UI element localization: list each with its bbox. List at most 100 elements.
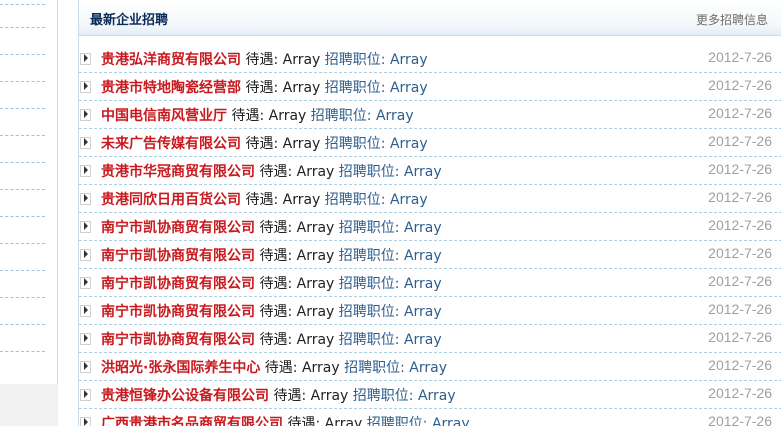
arrow-bullet-icon [80,361,91,373]
sidebar-divider [0,4,45,5]
job-list: 贵港弘洋商贸有限公司 待遇: Array 招聘职位: Array 2012-7-2… [79,45,781,426]
sidebar-divider [0,297,45,298]
job-row: 洪昭光·张永国际养生中心 待遇: Array 招聘职位: Array 2012-7… [79,353,781,381]
company-link[interactable]: 南宁市凯协商贸有限公司 [101,248,255,264]
treatment-label: 待遇: [259,276,293,292]
job-summary: 贵港市华冠商贸有限公司 待遇: Array 招聘职位: Array [101,161,442,181]
company-link[interactable]: 贵港同欣日用百货公司 [101,192,241,208]
treatment-label: 待遇: [259,304,293,320]
position-link[interactable]: Array [404,276,442,292]
treatment-label: 待遇: [231,108,265,124]
company-link[interactable]: 中国电信南风营业厅 [101,108,227,124]
sidebar-divider [0,216,45,217]
position-link[interactable]: Array [432,416,470,426]
company-link[interactable]: 南宁市凯协商贸有限公司 [101,220,255,236]
treatment-value: Array [282,192,321,208]
treatment-label: 待遇: [245,52,279,68]
sidebar-divider [0,189,45,190]
arrow-bullet-icon [80,417,91,426]
position-link[interactable]: Array [376,108,414,124]
treatment-value: Array [296,164,335,180]
position-link[interactable]: Array [404,304,442,320]
more-jobs-link[interactable]: 更多招聘信息 [696,11,768,28]
company-link[interactable]: 南宁市凯协商贸有限公司 [101,304,255,320]
position-label: 招聘职位: [338,164,400,180]
treatment-value: Array [296,332,335,348]
company-link[interactable]: 洪昭光·张永国际养生中心 [101,360,260,376]
sidebar-divider [0,351,45,352]
company-link[interactable]: 南宁市凯协商贸有限公司 [101,276,255,292]
job-row: 广西贵港市名品商贸有限公司 待遇: Array 招聘职位: Array 2012-… [79,409,781,426]
sidebar-divider [0,54,45,55]
post-date: 2012-7-26 [708,49,772,65]
position-link[interactable]: Array [409,360,447,376]
panel-title: 最新企业招聘 [90,13,169,28]
job-summary: 南宁市凯协商贸有限公司 待遇: Array 招聘职位: Array [101,329,442,349]
company-link[interactable]: 广西贵港市名品商贸有限公司 [101,416,283,426]
company-link[interactable]: 贵港市特地陶瓷经营部 [101,80,241,96]
company-link[interactable]: 南宁市凯协商贸有限公司 [101,332,255,348]
position-link[interactable]: Array [390,192,428,208]
sidebar-divider [0,135,45,136]
job-row: 贵港市华冠商贸有限公司 待遇: Array 招聘职位: Array 2012-7-… [79,157,781,185]
job-row: 未来广告传媒有限公司 待遇: Array 招聘职位: Array 2012-7-2… [79,129,781,157]
treatment-value: Array [268,108,307,124]
post-date: 2012-7-26 [708,245,772,261]
position-label: 招聘职位: [366,416,428,426]
position-link[interactable]: Array [404,164,442,180]
position-link[interactable]: Array [404,332,442,348]
position-link[interactable]: Array [418,388,456,404]
position-label: 招聘职位: [324,136,386,152]
panel-header: 最新企业招聘 更多招聘信息 [79,0,781,36]
arrow-bullet-icon [80,109,91,121]
treatment-label: 待遇: [245,80,279,96]
arrow-bullet-icon [80,221,91,233]
position-link[interactable]: Array [404,248,442,264]
position-label: 招聘职位: [324,192,386,208]
job-summary: 南宁市凯协商贸有限公司 待遇: Array 招聘职位: Array [101,245,442,265]
treatment-label: 待遇: [273,388,307,404]
job-summary: 未来广告传媒有限公司 待遇: Array 招聘职位: Array [101,133,428,153]
treatment-value: Array [282,52,321,68]
post-date: 2012-7-26 [708,217,772,233]
company-link[interactable]: 贵港恒锋办公设备有限公司 [101,388,269,404]
job-row: 中国电信南风营业厅 待遇: Array 招聘职位: Array 2012-7-26 [79,101,781,129]
treatment-label: 待遇: [259,248,293,264]
job-row: 贵港恒锋办公设备有限公司 待遇: Array 招聘职位: Array 2012-7… [79,381,781,409]
job-row: 南宁市凯协商贸有限公司 待遇: Array 招聘职位: Array 2012-7-… [79,325,781,353]
position-link[interactable]: Array [390,80,428,96]
company-link[interactable]: 贵港市华冠商贸有限公司 [101,164,255,180]
position-link[interactable]: Array [390,136,428,152]
treatment-value: Array [296,304,335,320]
company-link[interactable]: 贵港弘洋商贸有限公司 [101,52,241,68]
position-label: 招聘职位: [338,220,400,236]
arrow-bullet-icon [80,277,91,289]
job-row: 贵港同欣日用百货公司 待遇: Array 招聘职位: Array 2012-7-2… [79,185,781,213]
job-summary: 中国电信南风营业厅 待遇: Array 招聘职位: Array [101,105,414,125]
job-summary: 贵港同欣日用百货公司 待遇: Array 招聘职位: Array [101,189,428,209]
latest-jobs-panel: 最新企业招聘 更多招聘信息 贵港弘洋商贸有限公司 待遇: Array 招聘职位:… [78,0,781,426]
job-summary: 广西贵港市名品商贸有限公司 待遇: Array 招聘职位: Array [101,413,470,426]
position-label: 招聘职位: [324,52,386,68]
post-date: 2012-7-26 [708,189,772,205]
treatment-value: Array [296,220,335,236]
treatment-value: Array [310,388,349,404]
sidebar-divider [0,81,45,82]
treatment-value: Array [324,416,363,426]
treatment-value: Array [282,136,321,152]
sidebar-divider [0,243,45,244]
job-row: 南宁市凯协商贸有限公司 待遇: Array 招聘职位: Array 2012-7-… [79,241,781,269]
position-link[interactable]: Array [404,220,442,236]
company-link[interactable]: 未来广告传媒有限公司 [101,136,241,152]
job-summary: 贵港市特地陶瓷经营部 待遇: Array 招聘职位: Array [101,77,428,97]
treatment-label: 待遇: [287,416,321,426]
job-summary: 贵港恒锋办公设备有限公司 待遇: Array 招聘职位: Array [101,385,456,405]
position-link[interactable]: Array [390,52,428,68]
left-sidebar-panel [0,0,58,426]
arrow-bullet-icon [80,165,91,177]
position-label: 招聘职位: [352,388,414,404]
arrow-bullet-icon [80,137,91,149]
post-date: 2012-7-26 [708,329,772,345]
post-date: 2012-7-26 [708,273,772,289]
post-date: 2012-7-26 [708,385,772,401]
